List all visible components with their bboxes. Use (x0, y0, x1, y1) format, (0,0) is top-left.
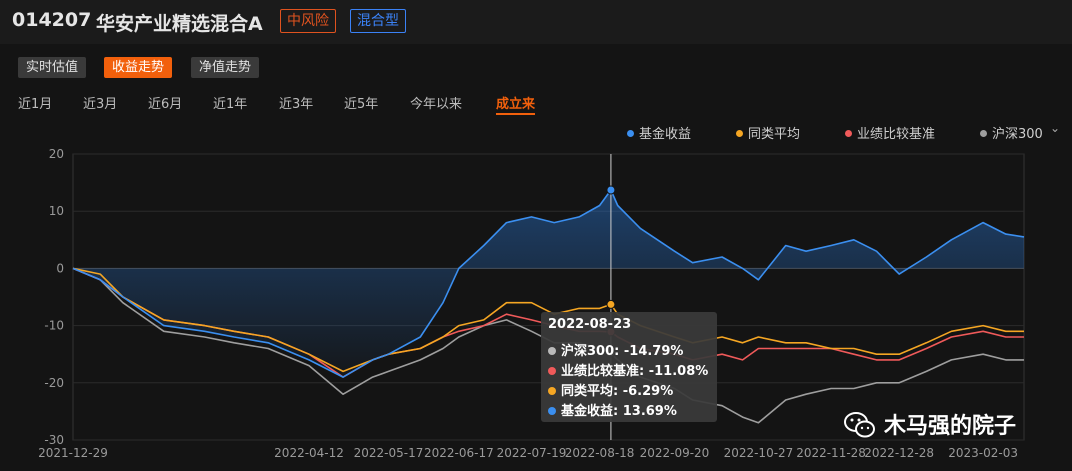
y-tick-label: 20 (49, 147, 64, 161)
marker-category-average (606, 299, 616, 309)
watermark-text: 木马强的院子 (884, 414, 1017, 439)
wechat-icon (844, 412, 875, 438)
y-tick-label: -10 (44, 319, 64, 333)
y-tick-label: -30 (44, 433, 64, 447)
tooltip-row-fund-return: 基金收益: 13.69% (548, 400, 677, 419)
tooltip-row-csi300: 沪深300: -14.79% (548, 340, 683, 359)
y-tick-label: -20 (44, 376, 64, 390)
x-tick-label: 2022-08-18 (565, 446, 635, 460)
x-tick-label: 2022-07-19 (497, 446, 567, 460)
x-tick-label: 2022-11-28 (796, 446, 866, 460)
x-tick-label: 2022-09-20 (640, 446, 710, 460)
y-tick-label: 10 (49, 204, 64, 218)
y-tick-label: 0 (56, 261, 64, 275)
tooltip-dot (548, 347, 556, 355)
x-tick-label: 2022-06-17 (424, 446, 494, 460)
x-tick-label: 2021-12-29 (38, 446, 108, 460)
tooltip-date: 2022-08-23 (548, 317, 632, 332)
tooltip-dot (548, 387, 556, 395)
tooltip-row-category-average: 同类平均: -6.29% (548, 380, 673, 399)
marker-fund-return (606, 185, 616, 195)
x-tick-label: 2022-04-12 (274, 446, 344, 460)
x-tick-label: 2023-02-03 (948, 446, 1018, 460)
x-tick-label: 2022-05-17 (354, 446, 424, 460)
tooltip-row-benchmark: 业绩比较基准: -11.08% (548, 360, 708, 379)
tooltip-dot (548, 367, 556, 375)
tooltip-dot (548, 407, 556, 415)
x-tick-label: 2022-12-28 (864, 446, 934, 460)
return-chart: 20 10 0 -10 -20 -302021-12-29 2022-04-12 2022-0… (38, 147, 1025, 460)
x-tick-label: 2022-10-27 (724, 446, 794, 460)
chart-tooltip: 2022-08-23 沪深300: -14.79% 业绩比较基准: -11.08… (541, 312, 717, 422)
